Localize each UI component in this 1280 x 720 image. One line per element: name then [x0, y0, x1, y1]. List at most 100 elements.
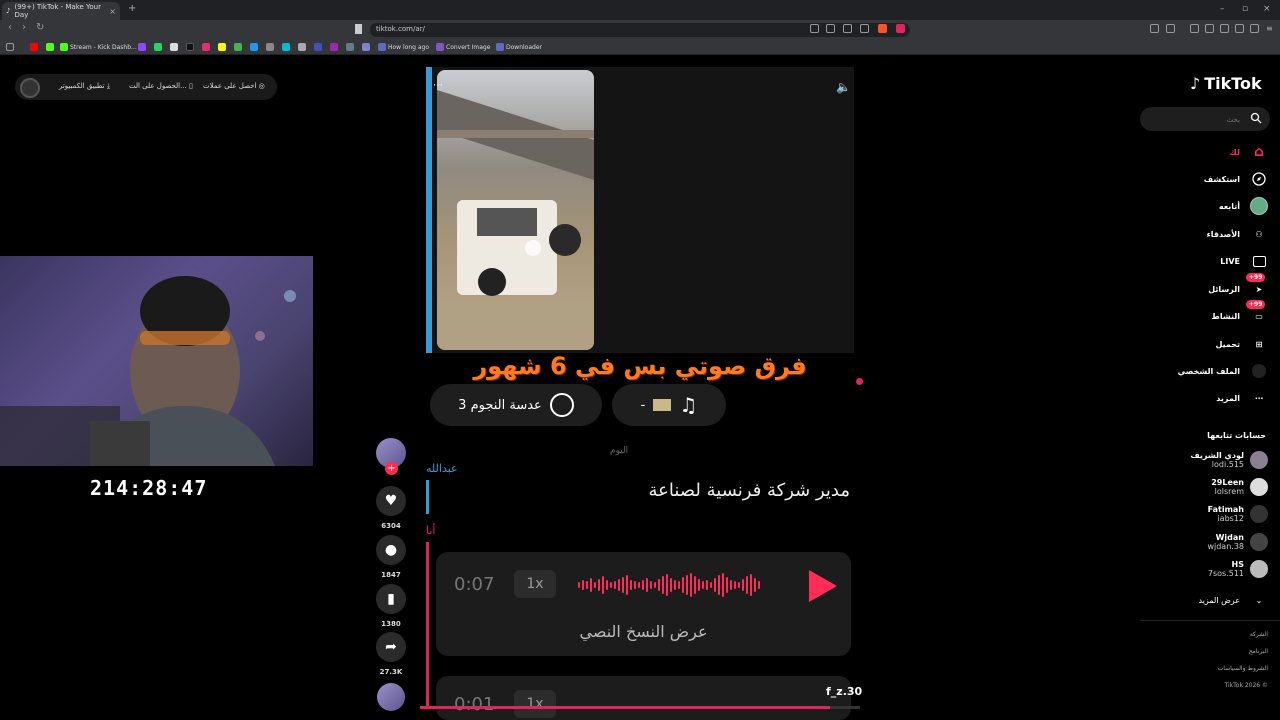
vpn-icon[interactable]	[1250, 24, 1259, 33]
browser-tab[interactable]: ♪ (99+) TikTok - Make Your Day ×	[2, 2, 120, 20]
wallet-icon[interactable]	[1220, 24, 1229, 33]
nav-for-you[interactable]: لك ⌂	[1230, 143, 1268, 161]
twitch-bookmark[interactable]	[138, 43, 146, 51]
comment-action[interactable]: ● 1847	[376, 535, 406, 579]
search-input[interactable]	[1140, 108, 1246, 132]
nav-explore[interactable]: استكشف	[1204, 170, 1268, 188]
apps-icon[interactable]	[6, 43, 14, 51]
message-indicator-bar	[426, 480, 429, 514]
sound-thumb-icon	[653, 399, 672, 411]
account-item[interactable]: 29Leen lolsrem	[1211, 478, 1268, 496]
youtube-bookmark[interactable]	[30, 43, 38, 51]
x-bookmark[interactable]	[170, 43, 178, 51]
save-action[interactable]: ▮ 1380	[376, 584, 406, 628]
extensions-icon[interactable]	[1150, 24, 1159, 33]
convert-image-bookmark[interactable]: Convert Image	[436, 43, 490, 51]
top-action-bar: احصل على عملات ◎ الحصول على الت... ▯ تطب…	[15, 74, 277, 100]
instagram-bookmark[interactable]	[202, 43, 210, 51]
search-box[interactable]	[1140, 107, 1270, 132]
show-transcript-button[interactable]: عرض النسخ النصي	[436, 622, 851, 641]
whatsapp-bookmark[interactable]	[154, 43, 162, 51]
volume-icon[interactable]: 🔈	[836, 80, 851, 94]
effect-pill[interactable]: عدسة النجوم 3	[430, 384, 602, 426]
how-long-ago-bookmark[interactable]: How long ago	[378, 43, 429, 51]
account-avatar	[1250, 451, 1268, 469]
snapchat-bookmark[interactable]	[218, 43, 226, 51]
tiktok-logo[interactable]: ♪ TikTok	[1190, 74, 1262, 93]
heart-icon[interactable]: ♥	[376, 486, 406, 516]
maximize-icon[interactable]: ▫	[1242, 4, 1248, 14]
nav-more[interactable]: المزيد ⋯	[1216, 389, 1268, 407]
new-tab-button[interactable]: +	[128, 3, 136, 14]
waveform[interactable]	[578, 572, 778, 598]
sound-avatar[interactable]	[377, 683, 405, 711]
search-icon[interactable]	[1250, 112, 1262, 124]
footer-program-link[interactable]: البرنامج	[1249, 648, 1268, 655]
menu-icon[interactable]: ≡	[1266, 24, 1275, 33]
nav-following[interactable]: أتابعه	[1219, 197, 1268, 215]
account-item[interactable]: HS 7sos.511	[1208, 560, 1268, 578]
cast-icon[interactable]	[843, 24, 852, 33]
sidebar-toggle-icon[interactable]	[1205, 24, 1214, 33]
my-message-bar	[426, 542, 429, 708]
share-arrow-icon[interactable]: ➦	[376, 632, 406, 662]
account-item[interactable]: Wjdan wjdan.38	[1207, 533, 1268, 551]
media-icon[interactable]	[1190, 24, 1199, 33]
close-window-icon[interactable]: ×	[1263, 4, 1271, 14]
zoom-icon[interactable]	[826, 24, 835, 33]
bookmark-9[interactable]	[266, 43, 274, 51]
bookmark-13[interactable]	[330, 43, 338, 51]
bookmark-10[interactable]	[282, 43, 290, 51]
more-options-icon[interactable]: ⋯	[433, 80, 443, 91]
nav-profile[interactable]: الملف الشخصي	[1178, 362, 1268, 380]
user-avatar[interactable]	[20, 78, 40, 98]
see-more-button[interactable]: عرض المزيد ⌄	[1198, 591, 1268, 609]
sound-pill[interactable]: - ♫	[612, 384, 726, 426]
footer-terms-link[interactable]: الشروط والسياسات	[1218, 665, 1268, 672]
share-action[interactable]: ➦ 27.3K	[376, 632, 406, 676]
compass-icon	[1250, 170, 1268, 188]
follow-plus-icon[interactable]: +	[385, 462, 398, 475]
playback-speed-button-2[interactable]: 1x	[514, 690, 556, 718]
reload-icon[interactable]: ↻	[36, 22, 44, 33]
minimize-icon[interactable]: –	[1220, 4, 1225, 14]
back-icon[interactable]: ‹	[8, 22, 12, 33]
bookmark-15[interactable]	[362, 43, 370, 51]
forward-icon[interactable]: ›	[22, 22, 26, 33]
bookmark-icon[interactable]	[355, 24, 362, 34]
stream-kick-bookmark[interactable]: Stream - Kick Dashb...	[60, 43, 137, 51]
nav-friends[interactable]: الأصدقاء ⚇	[1207, 225, 1268, 243]
get-coins-link[interactable]: احصل على عملات ◎	[203, 82, 265, 90]
bookmark-14[interactable]	[346, 43, 354, 51]
bookmark-8[interactable]	[250, 43, 258, 51]
nav-messages[interactable]: الرسائل ➤ +99	[1208, 273, 1268, 298]
downloader-bookmark[interactable]: Downloader	[496, 43, 542, 51]
tiktok-bookmark[interactable]	[186, 43, 194, 51]
video-thumbnail[interactable]	[437, 70, 594, 350]
screenshot-icon[interactable]	[1166, 24, 1175, 33]
account-item[interactable]: Fatimah iabs12	[1208, 505, 1268, 523]
author-handle[interactable]: f_z.30	[826, 685, 862, 698]
playback-speed-button[interactable]: 1x	[514, 570, 556, 598]
desktop-app-link[interactable]: تطبيق الكمبيوتر ⤓	[59, 82, 110, 91]
footer-company-link[interactable]: الشركة	[1250, 631, 1268, 638]
account-item[interactable]: لودي الشريف lodi.515	[1190, 451, 1268, 469]
bookmark-12[interactable]	[314, 43, 322, 51]
like-action[interactable]: ♥ 6304	[376, 486, 406, 530]
bookmark-11[interactable]	[298, 43, 306, 51]
leo-icon[interactable]	[1235, 24, 1244, 33]
bookmark-save-icon[interactable]: ▮	[376, 584, 406, 614]
brave-rewards-icon[interactable]	[896, 24, 905, 33]
kick-bookmark[interactable]	[46, 43, 54, 51]
nav-upload[interactable]: تحميل ⊞	[1215, 335, 1268, 353]
comment-icon[interactable]: ●	[376, 535, 406, 565]
share-icon[interactable]	[860, 24, 869, 33]
close-tab-icon[interactable]: ×	[109, 7, 116, 16]
reader-icon[interactable]	[810, 24, 819, 33]
nav-activity[interactable]: النشاط ▭ +99	[1212, 300, 1268, 325]
nav-live[interactable]: LIVE	[1220, 252, 1268, 270]
brave-shield-icon[interactable]	[878, 24, 887, 33]
play-icon[interactable]	[809, 570, 837, 602]
bookmark-7[interactable]	[234, 43, 242, 51]
get-app-link[interactable]: الحصول على الت... ▯	[129, 82, 193, 90]
